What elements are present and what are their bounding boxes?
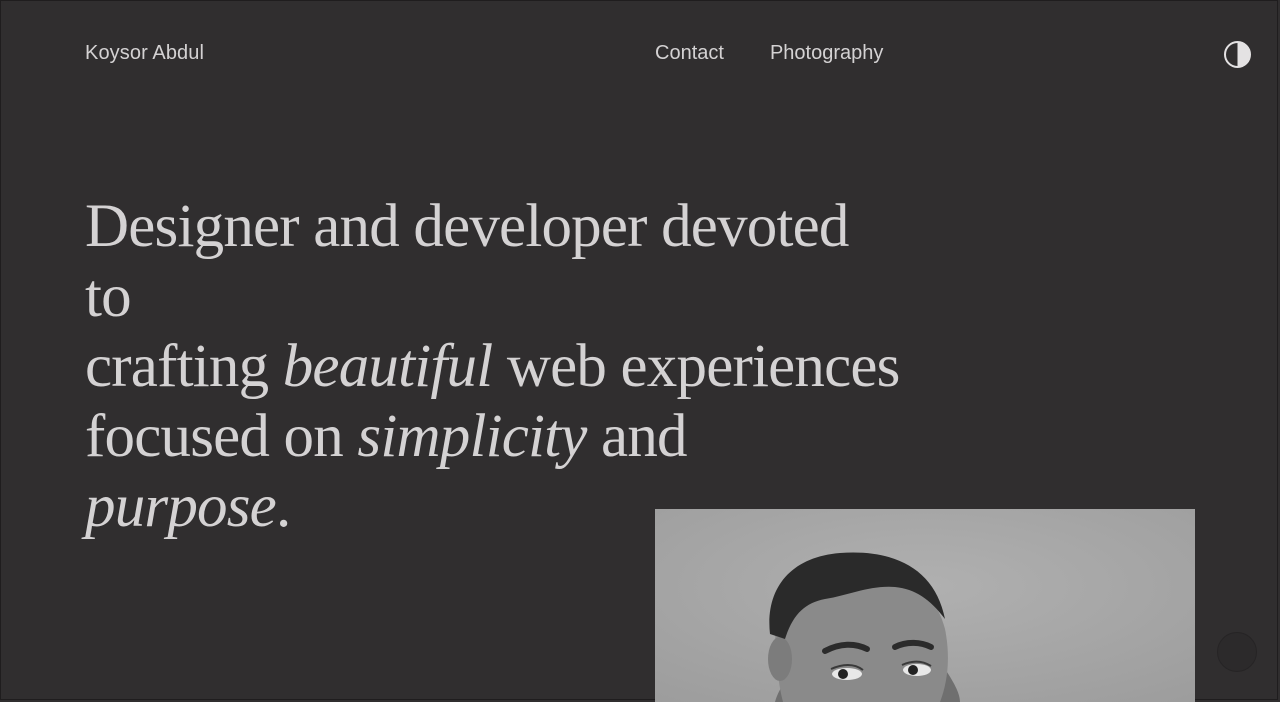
hero-heading: Designer and developer devoted to crafti… xyxy=(85,192,905,542)
hero-line-2-pre: crafting xyxy=(85,333,283,400)
theme-toggle-icon[interactable] xyxy=(1224,41,1251,68)
nav-photography[interactable]: Photography xyxy=(770,42,883,65)
nav-contact[interactable]: Contact xyxy=(655,42,724,65)
hero-line-1: Designer and developer devoted to xyxy=(85,193,849,330)
hero-line-3-mid: and xyxy=(586,403,687,470)
portrait-illustration xyxy=(655,509,1195,702)
hero-line-2-post: web experiences xyxy=(492,333,901,400)
hero-emphasis-purpose: purpose xyxy=(85,473,277,540)
hero-emphasis-beautiful: beautiful xyxy=(282,333,493,400)
hero-line-3-pre: focused on xyxy=(85,403,358,470)
portrait-photo xyxy=(655,509,1195,702)
hero-line-3-post: . xyxy=(275,473,291,540)
brand-link[interactable]: Koysor Abdul xyxy=(85,42,204,65)
main-nav: Contact Photography xyxy=(655,42,883,65)
floating-action-button[interactable] xyxy=(1217,632,1257,672)
hero-emphasis-simplicity: simplicity xyxy=(357,403,587,470)
